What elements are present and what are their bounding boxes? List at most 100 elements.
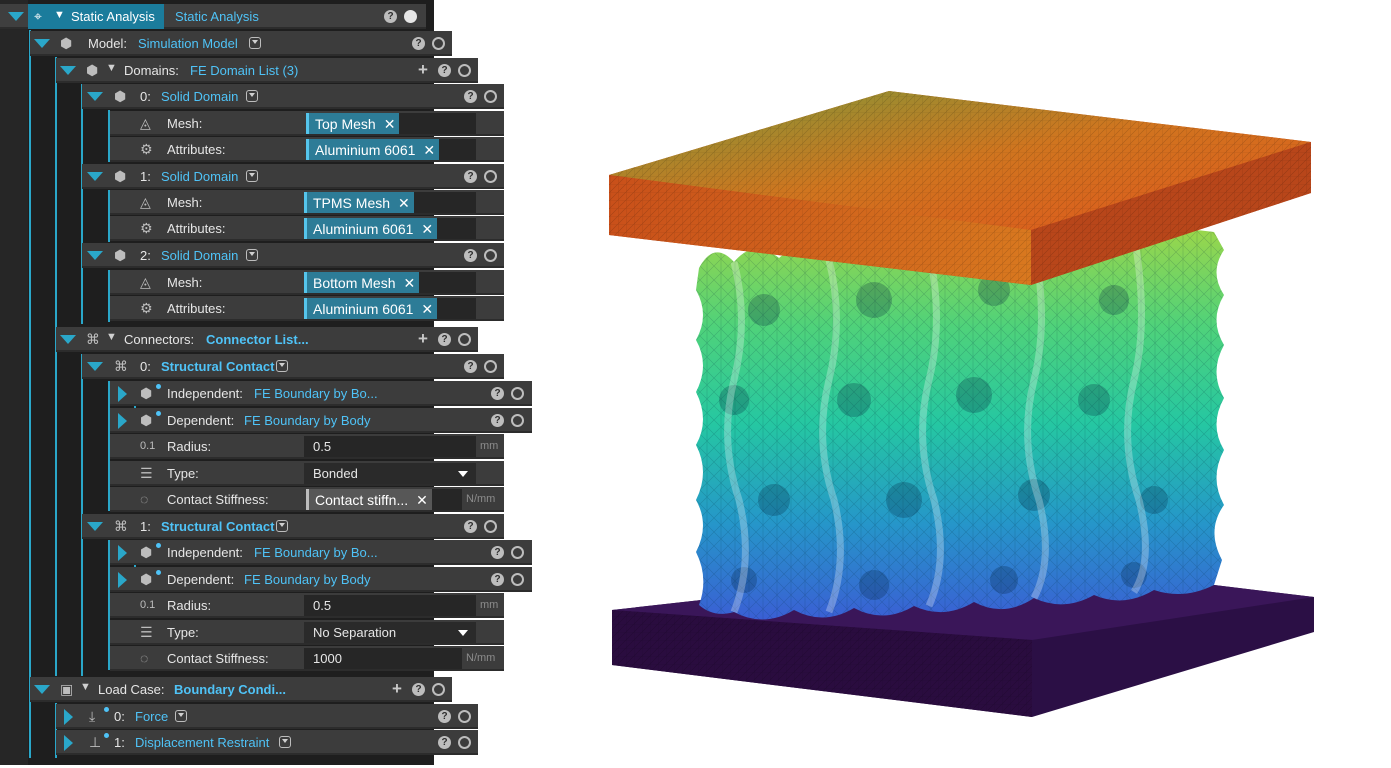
connector-index: 1: — [140, 519, 151, 534]
independent-value[interactable]: FE Boundary by Bo... — [254, 386, 378, 401]
dependent-label: Dependent: — [167, 413, 235, 428]
link-indicator — [104, 707, 109, 712]
chevron-down-icon[interactable] — [279, 736, 291, 748]
stiffness-chip[interactable]: Contact stiffn... ✕ — [306, 489, 432, 510]
connector-type[interactable]: Structural Contact — [161, 519, 274, 534]
type-value: Bonded — [313, 466, 358, 481]
remove-icon[interactable]: ✕ — [398, 195, 410, 211]
expand-icon[interactable] — [64, 709, 73, 725]
dependent-value[interactable]: FE Boundary by Body — [244, 413, 370, 428]
collapse-icon[interactable] — [87, 92, 103, 101]
load-row[interactable]: ⤓ 0: Force ? — [56, 704, 478, 729]
expand-icon[interactable] — [118, 413, 127, 429]
chevron-down-icon[interactable]: ▼ — [80, 681, 91, 693]
expand-icon[interactable] — [64, 735, 73, 751]
remove-icon[interactable]: ✕ — [416, 492, 428, 508]
status-icon[interactable] — [404, 10, 417, 23]
boundary-icon: ⬢ — [140, 571, 153, 587]
independent-value[interactable]: FE Boundary by Bo... — [254, 545, 378, 560]
chevron-down-icon[interactable]: ▼ — [106, 331, 117, 343]
collapse-icon[interactable] — [60, 335, 76, 344]
list-icon: ☰ — [140, 465, 153, 481]
load-name[interactable]: Force — [135, 709, 168, 724]
3d-viewport[interactable] — [434, 0, 1391, 765]
attributes-chip[interactable]: Aluminium 6061 ✕ — [304, 218, 438, 239]
collapse-icon[interactable] — [87, 362, 103, 371]
add-icon[interactable]: + — [418, 60, 428, 80]
domain-type[interactable]: Solid Domain — [161, 89, 238, 104]
domains-value[interactable]: FE Domain List (3) — [190, 63, 298, 78]
boundary-icon: ⬢ — [140, 412, 153, 428]
chevron-down-icon[interactable]: ▼ — [106, 62, 117, 74]
chevron-down-icon[interactable]: ▼ — [54, 9, 65, 21]
collapse-icon[interactable] — [8, 12, 24, 21]
chevron-down-icon[interactable] — [276, 360, 288, 372]
stiffness-icon: ◌ — [140, 491, 149, 507]
domains-row[interactable]: ⬢ ▼ Domains: FE Domain List (3) + ? — [56, 58, 478, 83]
loadcase-row[interactable]: ▣ ▼ Load Case: Boundary Condi... + ? — [30, 677, 452, 702]
connectors-row[interactable]: ⌘ ▼ Connectors: Connector List... + ? — [56, 327, 478, 352]
expand-icon[interactable] — [118, 572, 127, 588]
expand-icon[interactable] — [118, 545, 127, 561]
mesh-chip-label: Bottom Mesh — [313, 275, 396, 291]
attributes-chip[interactable]: Aluminium 6061 ✕ — [306, 139, 440, 160]
collapse-icon[interactable] — [34, 39, 50, 48]
model-row[interactable]: ⬢ Model: Simulation Model ? — [30, 31, 452, 56]
restraint-icon: ⊥ — [89, 734, 102, 750]
collapse-icon[interactable] — [87, 251, 103, 260]
analysis-title-tab[interactable]: ⌖ ▼ Static Analysis — [28, 4, 164, 29]
mesh-chip[interactable]: Top Mesh ✕ — [306, 113, 400, 134]
help-icon[interactable]: ? — [384, 10, 397, 23]
help-icon[interactable]: ? — [412, 683, 425, 696]
mesh-icon: ◬ — [140, 115, 151, 131]
solid-domain-icon: ⬢ — [114, 168, 127, 184]
chevron-down-icon[interactable] — [246, 90, 258, 102]
type-value: No Separation — [313, 625, 397, 640]
chevron-down-icon[interactable] — [249, 37, 261, 49]
dependent-value[interactable]: FE Boundary by Body — [244, 572, 370, 587]
domain-index: 0: — [140, 89, 151, 104]
mesh-chip[interactable]: Bottom Mesh ✕ — [304, 272, 420, 293]
solid-domain-icon: ⬢ — [114, 88, 127, 104]
help-icon[interactable]: ? — [412, 37, 425, 50]
tpms-lattice — [696, 228, 1224, 620]
collapse-icon[interactable] — [34, 685, 50, 694]
attributes-icon: ⚙ — [140, 300, 153, 316]
connectors-value[interactable]: Connector List... — [206, 332, 309, 347]
domain-type[interactable]: Solid Domain — [161, 248, 238, 263]
model-value[interactable]: Simulation Model — [138, 36, 238, 51]
expand-icon[interactable] — [118, 386, 127, 402]
attributes-label: Attributes: — [167, 142, 226, 157]
attributes-chip[interactable]: Aluminium 6061 ✕ — [304, 298, 438, 319]
collapse-icon[interactable] — [87, 522, 103, 531]
mesh-label: Mesh: — [167, 116, 203, 131]
attributes-icon: ⚙ — [140, 141, 153, 157]
remove-icon[interactable]: ✕ — [421, 301, 433, 317]
remove-icon[interactable]: ✕ — [421, 221, 433, 237]
panel-gutter — [0, 0, 28, 765]
add-icon[interactable]: + — [418, 329, 428, 349]
chevron-down-icon[interactable] — [246, 170, 258, 182]
loadcase-value[interactable]: Boundary Condi... — [174, 682, 286, 697]
analysis-name[interactable]: Static Analysis — [175, 9, 259, 24]
add-icon[interactable]: + — [392, 679, 402, 699]
collapse-icon[interactable] — [60, 66, 76, 75]
contact-icon: ⌘ — [114, 358, 128, 374]
remove-icon[interactable]: ✕ — [403, 275, 415, 291]
domain-type[interactable]: Solid Domain — [161, 169, 238, 184]
link-indicator — [156, 543, 161, 548]
chevron-down-icon[interactable] — [276, 520, 288, 532]
mesh-chip[interactable]: TPMS Mesh ✕ — [304, 192, 414, 213]
type-label: Type: — [167, 625, 199, 640]
load-name[interactable]: Displacement Restraint — [135, 735, 269, 750]
analysis-row[interactable]: ⌖ ▼ Static Analysis Static Analysis ? — [0, 4, 426, 29]
load-row[interactable]: ⊥ 1: Displacement Restraint ? — [56, 730, 478, 755]
remove-icon[interactable]: ✕ — [384, 116, 396, 132]
model-render — [609, 91, 1314, 717]
collapse-icon[interactable] — [87, 172, 103, 181]
connector-type[interactable]: Structural Contact — [161, 359, 274, 374]
chevron-down-icon[interactable] — [175, 710, 187, 722]
chevron-down-icon[interactable] — [246, 249, 258, 261]
force-icon: ⤓ — [89, 708, 96, 724]
domain-index: 2: — [140, 248, 151, 263]
